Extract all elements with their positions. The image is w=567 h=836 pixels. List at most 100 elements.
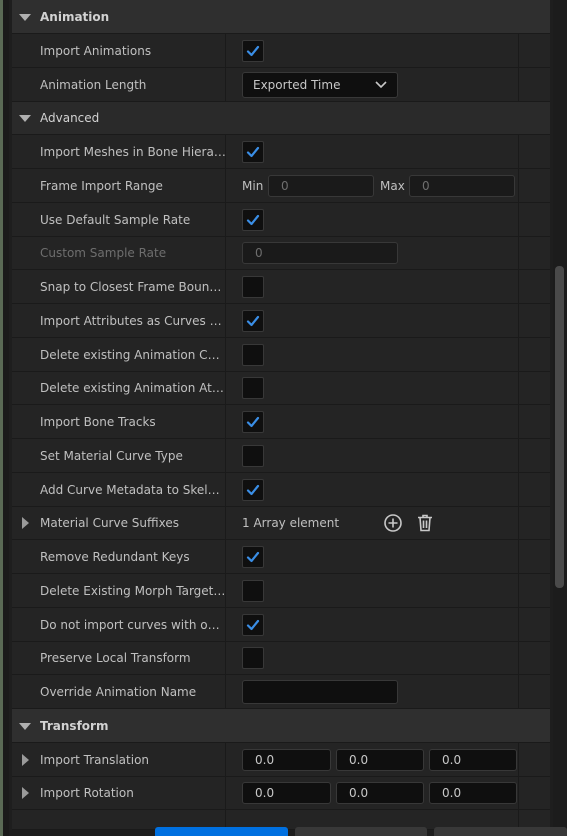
cancel-button[interactable]	[434, 827, 567, 836]
checkmark-icon	[246, 146, 260, 157]
row-delete-existing-anim-attrs: Delete existing Animation Attri...	[12, 372, 550, 405]
rotation-z-input[interactable]: 0.0	[429, 782, 517, 804]
section-animation[interactable]: Animation	[12, 0, 550, 34]
row-custom-sample-rate: Custom Sample Rate 0	[12, 237, 550, 270]
set-material-curve-type-checkbox[interactable]	[242, 444, 264, 467]
row-material-curve-suffixes[interactable]: Material Curve Suffixes 1 Array element	[12, 507, 550, 540]
import-all-button[interactable]	[155, 827, 288, 836]
delete-existing-anim-curves-checkbox[interactable]	[242, 343, 264, 366]
chevron-down-icon[interactable]	[19, 722, 31, 730]
property-label: Do not import curves with only...	[40, 617, 226, 632]
chevron-right-icon[interactable]	[22, 787, 29, 799]
custom-sample-rate-input[interactable]: 0	[242, 242, 398, 264]
property-label: Import Rotation	[40, 786, 134, 800]
chevron-down-icon[interactable]	[19, 115, 31, 122]
section-advanced[interactable]: Advanced	[12, 102, 550, 135]
frame-range-min-input[interactable]: 0	[268, 174, 374, 197]
max-label: Max	[380, 178, 405, 193]
property-label: Frame Import Range	[40, 178, 163, 193]
translation-y-value: 0.0	[349, 752, 369, 767]
row-snap-closest-frame: Snap to Closest Frame Boundary	[12, 270, 550, 304]
section-title: Transform	[40, 718, 109, 733]
checkmark-icon	[246, 45, 260, 56]
checkmark-icon	[246, 315, 260, 326]
chevron-right-icon[interactable]	[22, 753, 29, 766]
property-label: Import Meshes in Bone Hierar...	[40, 144, 226, 159]
property-label: Add Curve Metadata to Skeleton	[40, 482, 226, 497]
translation-z-input[interactable]: 0.0	[429, 748, 517, 771]
rotation-x-value: 0.0	[255, 786, 275, 800]
do-not-import-curves-checkbox[interactable]	[242, 613, 264, 636]
translation-y-input[interactable]: 0.0	[336, 748, 424, 771]
row-import-translation[interactable]: Import Translation 0.0 0.0 0.0	[12, 743, 550, 777]
delete-existing-anim-attrs-checkbox[interactable]	[242, 377, 264, 399]
remove-redundant-keys-checkbox[interactable]	[242, 545, 264, 568]
rotation-x-input[interactable]: 0.0	[242, 782, 331, 804]
row-override-animation-name: Override Animation Name	[12, 675, 550, 709]
translation-x-input[interactable]: 0.0	[242, 748, 331, 771]
row-frame-import-range: Frame Import Range Min 0 Max 0	[12, 169, 550, 203]
import-bone-tracks-checkbox[interactable]	[242, 410, 264, 433]
property-label: Override Animation Name	[40, 684, 197, 699]
trash-icon[interactable]	[415, 513, 435, 533]
checkmark-icon	[246, 619, 260, 630]
row-do-not-import-curves: Do not import curves with only...	[12, 608, 550, 642]
rotation-y-input[interactable]: 0.0	[336, 782, 424, 804]
checkmark-icon	[246, 214, 260, 225]
row-use-default-sample-rate: Use Default Sample Rate	[12, 203, 550, 237]
property-label: Import Attributes as Curves or...	[40, 313, 226, 328]
max-value: 0	[422, 178, 430, 193]
property-label: Delete Existing Morph Target C...	[40, 583, 226, 598]
import-attributes-curves-checkbox[interactable]	[242, 309, 264, 332]
use-default-sample-rate-checkbox[interactable]	[242, 208, 264, 231]
preserve-local-transform-checkbox[interactable]	[242, 647, 264, 669]
row-import-animations: Import Animations	[12, 34, 550, 68]
property-label: Snap to Closest Frame Boundary	[40, 279, 226, 294]
property-label: Delete existing Animation Attri...	[40, 381, 226, 395]
rotation-y-value: 0.0	[349, 786, 369, 800]
plus-circle-icon[interactable]	[383, 513, 403, 533]
row-delete-existing-morph: Delete Existing Morph Target C...	[12, 574, 550, 608]
row-animation-length: Animation Length Exported Time	[12, 68, 550, 102]
checkmark-icon	[246, 416, 260, 427]
import-animations-checkbox[interactable]	[242, 39, 264, 62]
chevron-down-icon	[375, 80, 387, 88]
property-label: Delete existing Animation Curv...	[40, 347, 226, 362]
override-animation-name-input[interactable]	[242, 679, 398, 704]
row-set-material-curve-type: Set Material Curve Type	[12, 439, 550, 473]
checkmark-icon	[246, 484, 260, 495]
property-label: Material Curve Suffixes	[40, 516, 179, 530]
dropdown-value: Exported Time	[253, 77, 341, 92]
row-import-bone-tracks: Import Bone Tracks	[12, 405, 550, 439]
translation-x-value: 0.0	[255, 752, 275, 767]
property-label: Import Translation	[40, 752, 150, 767]
scrollbar[interactable]	[553, 0, 567, 836]
snap-closest-frame-checkbox[interactable]	[242, 275, 264, 298]
add-curve-metadata-checkbox[interactable]	[242, 478, 264, 501]
min-label: Min	[242, 178, 264, 193]
rotation-z-value: 0.0	[442, 786, 462, 800]
translation-z-value: 0.0	[442, 752, 462, 767]
section-title: Animation	[40, 9, 110, 24]
array-count: 1 Array element	[242, 516, 340, 530]
import-meshes-bone-checkbox[interactable]	[242, 140, 264, 163]
property-label: Preserve Local Transform	[40, 651, 191, 665]
row-import-rotation[interactable]: Import Rotation 0.0 0.0 0.0	[12, 777, 550, 810]
property-label: Custom Sample Rate	[40, 246, 167, 260]
viewport-edge	[0, 0, 9, 836]
details-panel: Animation Import Animations Animation Le…	[9, 0, 567, 836]
property-label: Import Animations	[40, 43, 152, 58]
frame-range-max-input[interactable]: 0	[409, 174, 515, 197]
chevron-down-icon[interactable]	[19, 13, 31, 21]
delete-existing-morph-checkbox[interactable]	[242, 579, 264, 602]
animation-length-dropdown[interactable]: Exported Time	[242, 71, 398, 98]
chevron-right-icon[interactable]	[22, 517, 29, 529]
import-button[interactable]	[295, 827, 427, 836]
checkmark-icon	[246, 551, 260, 562]
section-transform[interactable]: Transform	[12, 709, 550, 743]
property-label: Animation Length	[40, 77, 147, 92]
property-label: Use Default Sample Rate	[40, 212, 191, 227]
row-preserve-local-transform: Preserve Local Transform	[12, 642, 550, 675]
property-label: Import Bone Tracks	[40, 414, 156, 429]
scrollbar-thumb[interactable]	[555, 266, 564, 588]
